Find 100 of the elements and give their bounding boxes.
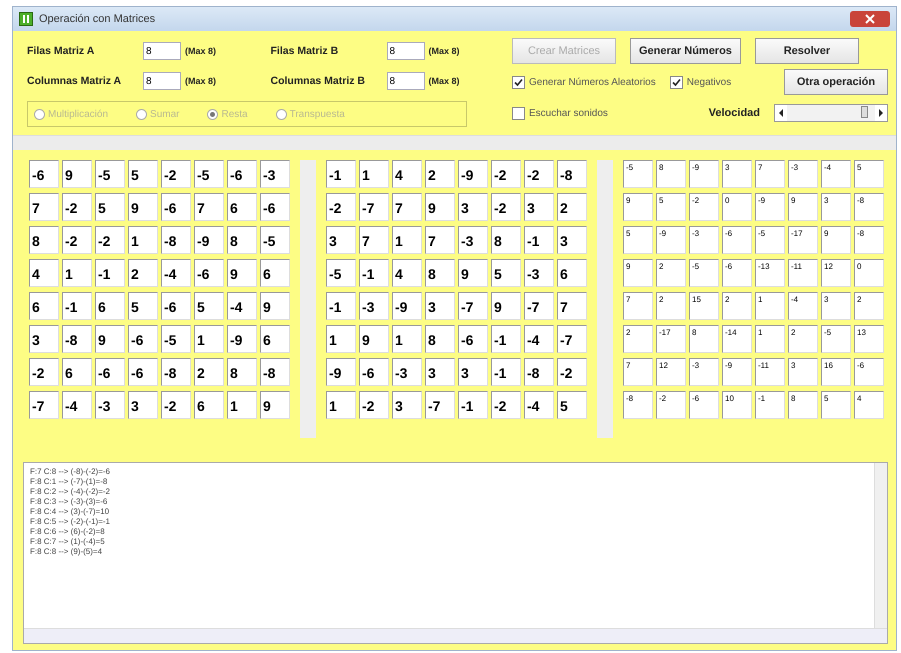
matrix-cell[interactable]: -3 bbox=[524, 259, 554, 287]
checkbox[interactable]: Escuchar sonidos bbox=[512, 106, 608, 120]
input-field[interactable]: 8 bbox=[143, 72, 181, 90]
matrix-cell[interactable]: -4 bbox=[821, 160, 851, 188]
matrix-cell[interactable]: 6 bbox=[95, 292, 125, 320]
matrix-cell[interactable]: 3 bbox=[821, 193, 851, 221]
matrix-cell[interactable]: 9 bbox=[821, 226, 851, 254]
matrix-cell[interactable]: 5 bbox=[557, 391, 587, 419]
matrix-cell[interactable]: 0 bbox=[722, 193, 752, 221]
matrix-cell[interactable]: -4 bbox=[161, 259, 191, 287]
matrix-cell[interactable]: -9 bbox=[755, 193, 785, 221]
matrix-cell[interactable]: 4 bbox=[854, 391, 884, 419]
matrix-cell[interactable]: -8 bbox=[62, 325, 92, 353]
matrix-cell[interactable]: -9 bbox=[689, 160, 719, 188]
matrix-cell[interactable]: -1 bbox=[524, 226, 554, 254]
matrix-cell[interactable]: -6 bbox=[722, 259, 752, 287]
matrix-cell[interactable]: 6 bbox=[227, 193, 257, 221]
matrix-cell[interactable]: -5 bbox=[821, 325, 851, 353]
matrix-cell[interactable]: 7 bbox=[557, 292, 587, 320]
matrix-cell[interactable]: 8 bbox=[425, 325, 455, 353]
input-field[interactable]: 8 bbox=[386, 42, 424, 60]
matrix-cell[interactable]: -2 bbox=[656, 391, 686, 419]
matrix-cell[interactable]: -5 bbox=[623, 160, 653, 188]
matrix-cell[interactable]: -8 bbox=[161, 226, 191, 254]
matrix-cell[interactable]: -8 bbox=[260, 358, 290, 386]
matrix-cell[interactable]: -8 bbox=[854, 193, 884, 221]
matrix-cell[interactable]: -1 bbox=[62, 292, 92, 320]
matrix-cell[interactable]: 3 bbox=[29, 325, 59, 353]
matrix-cell[interactable]: -2 bbox=[29, 358, 59, 386]
matrix-cell[interactable]: -4 bbox=[524, 325, 554, 353]
matrix-cell[interactable]: -7 bbox=[29, 391, 59, 419]
matrix-cell[interactable]: -1 bbox=[359, 259, 389, 287]
matrix-cell[interactable]: 7 bbox=[425, 226, 455, 254]
matrix-cell[interactable]: -17 bbox=[788, 226, 818, 254]
matrix-cell[interactable]: -2 bbox=[62, 193, 92, 221]
matrix-cell[interactable]: -1 bbox=[458, 391, 488, 419]
matrix-cell[interactable]: 3 bbox=[524, 193, 554, 221]
matrix-cell[interactable]: -6 bbox=[854, 358, 884, 386]
matrix-cell[interactable]: 8 bbox=[656, 160, 686, 188]
matrix-cell[interactable]: 7 bbox=[755, 160, 785, 188]
matrix-cell[interactable]: 9 bbox=[62, 160, 92, 188]
matrix-cell[interactable]: 2 bbox=[656, 259, 686, 287]
matrix-cell[interactable]: -3 bbox=[689, 226, 719, 254]
matrix-cell[interactable]: -7 bbox=[359, 193, 389, 221]
vertical-scrollbar[interactable] bbox=[874, 463, 887, 629]
matrix-cell[interactable]: -11 bbox=[788, 259, 818, 287]
matrix-cell[interactable]: -4 bbox=[524, 391, 554, 419]
matrix-cell[interactable]: -2 bbox=[491, 391, 521, 419]
matrix-cell[interactable]: -1 bbox=[491, 325, 521, 353]
matrix-cell[interactable]: 6 bbox=[260, 325, 290, 353]
matrix-cell[interactable]: 9 bbox=[95, 325, 125, 353]
matrix-cell[interactable]: 7 bbox=[392, 193, 422, 221]
matrix-cell[interactable]: 9 bbox=[491, 292, 521, 320]
matrix-cell[interactable]: 7 bbox=[359, 226, 389, 254]
matrix-cell[interactable]: 6 bbox=[260, 259, 290, 287]
matrix-cell[interactable]: -2 bbox=[689, 193, 719, 221]
matrix-cell[interactable]: 0 bbox=[854, 259, 884, 287]
matrix-cell[interactable]: 9 bbox=[788, 193, 818, 221]
matrix-cell[interactable]: -8 bbox=[557, 160, 587, 188]
matrix-cell[interactable]: 5 bbox=[623, 226, 653, 254]
matrix-cell[interactable]: 9 bbox=[128, 193, 158, 221]
matrix-cell[interactable]: -6 bbox=[689, 391, 719, 419]
matrix-cell[interactable]: -8 bbox=[854, 226, 884, 254]
matrix-cell[interactable]: -8 bbox=[161, 358, 191, 386]
matrix-cell[interactable]: -1 bbox=[755, 391, 785, 419]
matrix-cell[interactable]: -5 bbox=[755, 226, 785, 254]
matrix-cell[interactable]: -6 bbox=[95, 358, 125, 386]
matrix-cell[interactable]: -9 bbox=[326, 358, 356, 386]
matrix-cell[interactable]: 2 bbox=[623, 325, 653, 353]
matrix-cell[interactable]: -17 bbox=[656, 325, 686, 353]
matrix-cell[interactable]: -9 bbox=[458, 160, 488, 188]
matrix-cell[interactable]: -7 bbox=[458, 292, 488, 320]
matrix-cell[interactable]: -7 bbox=[524, 292, 554, 320]
matrix-cell[interactable]: -1 bbox=[326, 160, 356, 188]
matrix-cell[interactable]: -3 bbox=[788, 160, 818, 188]
matrix-cell[interactable]: 9 bbox=[359, 325, 389, 353]
matrix-cell[interactable]: 3 bbox=[458, 358, 488, 386]
matrix-cell[interactable]: -3 bbox=[359, 292, 389, 320]
matrix-cell[interactable]: 6 bbox=[62, 358, 92, 386]
matrix-cell[interactable]: 12 bbox=[656, 358, 686, 386]
matrix-cell[interactable]: -6 bbox=[128, 325, 158, 353]
matrix-cell[interactable]: 9 bbox=[425, 193, 455, 221]
matrix-cell[interactable]: -1 bbox=[491, 358, 521, 386]
matrix-cell[interactable]: 8 bbox=[425, 259, 455, 287]
matrix-cell[interactable]: -3 bbox=[95, 391, 125, 419]
horizontal-scrollbar[interactable] bbox=[24, 628, 887, 643]
matrix-cell[interactable]: 5 bbox=[194, 292, 224, 320]
matrix-cell[interactable]: 9 bbox=[623, 259, 653, 287]
matrix-cell[interactable]: -2 bbox=[62, 226, 92, 254]
matrix-cell[interactable]: 5 bbox=[491, 259, 521, 287]
matrix-cell[interactable]: 3 bbox=[821, 292, 851, 320]
action-button[interactable]: Generar Números bbox=[630, 38, 741, 64]
matrix-cell[interactable]: 7 bbox=[623, 292, 653, 320]
matrix-cell[interactable]: 8 bbox=[491, 226, 521, 254]
matrix-cell[interactable]: 1 bbox=[194, 325, 224, 353]
matrix-cell[interactable]: 3 bbox=[425, 292, 455, 320]
matrix-cell[interactable]: -2 bbox=[95, 226, 125, 254]
matrix-cell[interactable]: -2 bbox=[326, 193, 356, 221]
matrix-cell[interactable]: 4 bbox=[392, 259, 422, 287]
matrix-cell[interactable]: 2 bbox=[788, 325, 818, 353]
